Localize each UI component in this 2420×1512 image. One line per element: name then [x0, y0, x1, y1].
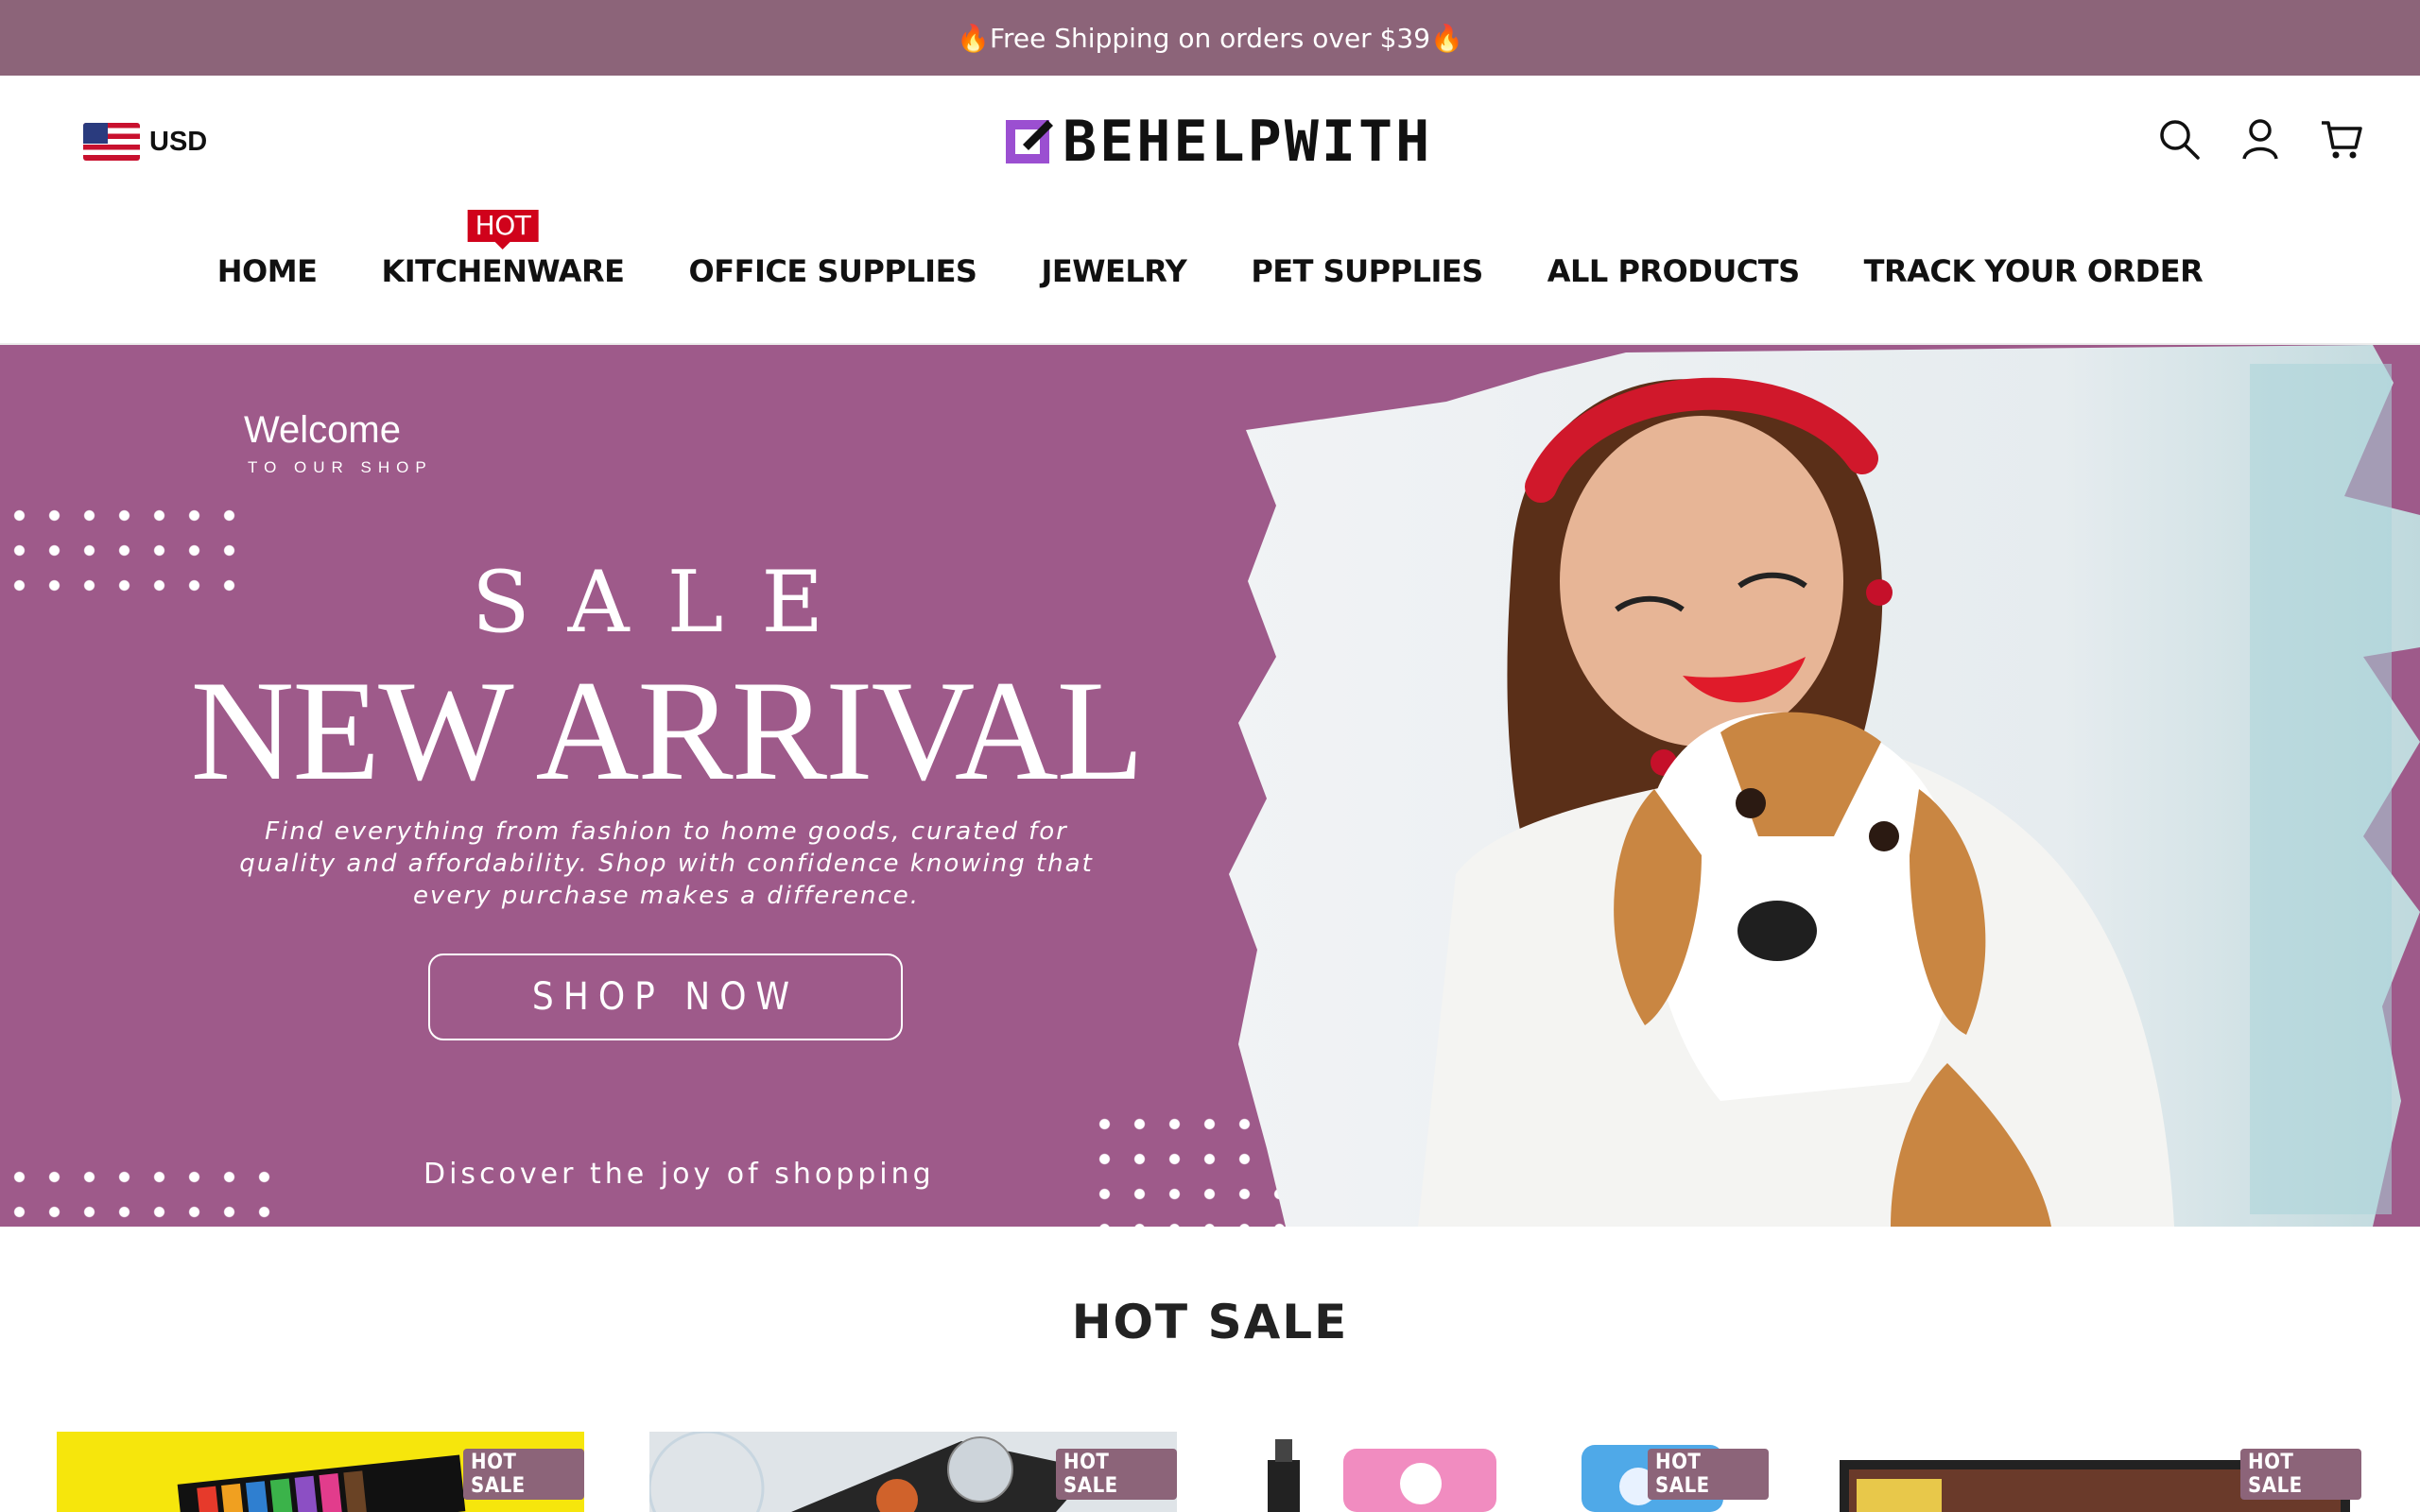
logo-mark-icon	[1006, 120, 1053, 163]
nav-item-label: KITCHENWARE	[381, 253, 625, 289]
hero-photo	[1229, 345, 2420, 1227]
hot-sale-title: HOT SALE	[1071, 1295, 1349, 1349]
header-actions	[2157, 117, 2363, 161]
nav-item-track-order[interactable]: TRACK YOUR ORDER	[1864, 253, 2204, 289]
search-icon[interactable]	[2157, 117, 2201, 161]
announcement-bar: 🔥Free Shipping on orders over $39🔥	[0, 0, 2420, 76]
hero-welcome: Welcome	[244, 409, 401, 451]
hero-welcome-sub: TO OUR SHOP	[248, 458, 433, 476]
product-card[interactable]: HOT SALE	[649, 1432, 1177, 1512]
decorative-dots	[2, 1160, 282, 1227]
site-logo[interactable]: BEHELPWITH	[1004, 113, 1432, 170]
account-icon[interactable]	[2238, 117, 2282, 161]
nav-item-pet-supplies[interactable]: PET SUPPLIES	[1251, 253, 1483, 289]
nav-item-kitchenware[interactable]: HOT KITCHENWARE	[381, 210, 625, 289]
cart-icon[interactable]	[2320, 117, 2363, 161]
logo-text: BEHELPWITH	[1063, 109, 1433, 175]
product-card[interactable]: HOT SALE	[57, 1432, 584, 1512]
currency-code: USD	[149, 126, 208, 157]
product-grid: HOT SALE HOT SALE HOT SALE HOT SALE	[57, 1432, 2363, 1512]
hot-sale-tag: HOT SALE	[2240, 1449, 2361, 1500]
nav-item-all-products[interactable]: ALL PRODUCTS	[1547, 253, 1800, 289]
nav-item-office-supplies[interactable]: OFFICE SUPPLIES	[689, 253, 977, 289]
hero-description: Find everything from fashion to home goo…	[239, 817, 1094, 910]
hot-sale-tag: HOT SALE	[463, 1449, 584, 1500]
hot-badge: HOT	[467, 210, 539, 249]
us-flag-icon	[83, 123, 140, 161]
hero-banner[interactable]: Welcome TO OUR SHOP SALE NEW ARRIVAL Fin…	[0, 345, 2420, 1227]
shop-now-button[interactable]: SHOP NOW	[428, 954, 903, 1040]
product-card[interactable]: HOT SALE	[1241, 1432, 1769, 1512]
product-card[interactable]: HOT SALE	[1834, 1432, 2361, 1512]
main-navigation: HOME HOT KITCHENWARE OFFICE SUPPLIES JEW…	[0, 210, 2420, 289]
nav-item-jewelry[interactable]: JEWELRY	[1041, 253, 1186, 289]
hero-headline: NEW ARRIVAL	[190, 651, 1145, 810]
hero-sale: SALE	[471, 553, 862, 652]
hero-tagline: Discover the joy of shopping	[424, 1158, 935, 1191]
site-header: USD BEHELPWITH HOME HOT KITCHENWARE OFFI…	[0, 76, 2420, 345]
hot-sale-tag: HOT SALE	[1056, 1449, 1177, 1500]
announcement-text: 🔥Free Shipping on orders over $39🔥	[957, 22, 1463, 54]
currency-selector[interactable]: USD	[83, 123, 207, 161]
hot-sale-tag: HOT SALE	[1648, 1449, 1769, 1500]
nav-item-home[interactable]: HOME	[217, 253, 318, 289]
